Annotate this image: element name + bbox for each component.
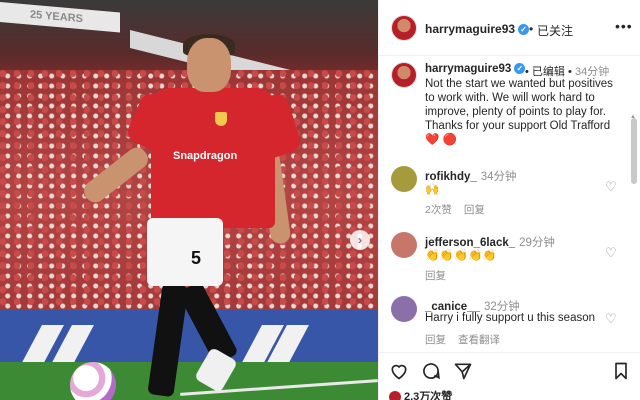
avatar xyxy=(389,391,401,400)
username-text[interactable]: harrymaguire93 xyxy=(425,22,515,36)
football xyxy=(70,362,116,400)
player-shorts xyxy=(147,218,223,286)
player: Snapdragon 5 xyxy=(80,34,304,400)
username-text[interactable]: harrymaguire93 xyxy=(425,63,511,75)
comment-icon[interactable] xyxy=(421,361,441,381)
comment-meta: 2次赞 回复 xyxy=(425,202,497,217)
reply-button[interactable]: 回复 xyxy=(425,334,446,346)
reply-button[interactable]: 回复 xyxy=(425,270,446,282)
avatar[interactable] xyxy=(391,15,417,41)
comment-list: harrymaguire93 ✓ • 已编辑 • 34分钟 Not the sta… xyxy=(379,56,640,352)
post-sidebar: harrymaguire93 ✓ • 已关注 ••• harrymaguire93… xyxy=(378,0,640,400)
heart-icon[interactable]: ♡ xyxy=(605,180,619,194)
more-horizontal-icon[interactable]: ••• xyxy=(615,18,633,34)
comment-meta: 回复 xyxy=(425,268,458,283)
club-crest xyxy=(215,112,227,126)
verified-badge-icon: ✓ xyxy=(514,63,526,75)
comment-text: 👏👏👏👏👏 xyxy=(425,250,497,262)
comment-time: 29分钟 xyxy=(519,237,555,249)
avatar[interactable] xyxy=(391,232,417,258)
comment-meta: 回复 查看翻译 xyxy=(425,332,512,347)
comment-text: 🙌 xyxy=(425,184,440,196)
send-icon[interactable] xyxy=(453,361,473,381)
reply-button[interactable]: 回复 xyxy=(464,204,485,216)
likes-count[interactable]: 2.3万次赞 xyxy=(389,388,452,400)
comment-time: 34分钟 xyxy=(480,171,517,183)
heart-icon[interactable] xyxy=(389,361,409,381)
avatar[interactable] xyxy=(391,296,417,322)
heart-icon[interactable]: ♡ xyxy=(605,246,619,260)
caption-emojis: ❤️ 🔴 xyxy=(425,134,457,146)
post-header: harrymaguire93 ✓ • 已关注 ••• xyxy=(379,0,640,56)
header-username[interactable]: harrymaguire93 ✓ xyxy=(425,22,530,36)
caption-body: Not the start we wanted but positives to… xyxy=(425,78,613,132)
avatar[interactable] xyxy=(391,62,417,88)
comment-text: Harry i fully support u this season xyxy=(425,312,596,324)
player-head xyxy=(187,38,231,92)
verified-badge-icon: ✓ xyxy=(518,24,530,36)
likes-text[interactable]: 2.3万次赞 xyxy=(404,391,452,400)
caption-username[interactable]: harrymaguire93 ✓ xyxy=(425,63,526,75)
chevron-right-icon[interactable]: › xyxy=(350,230,370,250)
shirt-sponsor: Snapdragon xyxy=(173,150,238,162)
shorts-number: 5 xyxy=(191,248,202,268)
caption-text: Not the start we wanted but positives to… xyxy=(425,77,621,147)
see-translation-button[interactable]: 查看翻译 xyxy=(458,334,500,346)
bookmark-icon[interactable] xyxy=(611,361,631,381)
heart-icon[interactable]: ♡ xyxy=(605,312,619,326)
post-photo: 25 YEARS Snapdragon 5 › xyxy=(0,0,378,400)
avatar[interactable] xyxy=(391,166,417,192)
comment-likes[interactable]: 2次赞 xyxy=(425,204,452,216)
action-bar: 2.3万次赞 xyxy=(379,352,640,400)
scrollbar-thumb[interactable] xyxy=(631,118,637,184)
follow-button[interactable]: 已关注 xyxy=(537,22,573,39)
separator: • xyxy=(529,22,534,36)
